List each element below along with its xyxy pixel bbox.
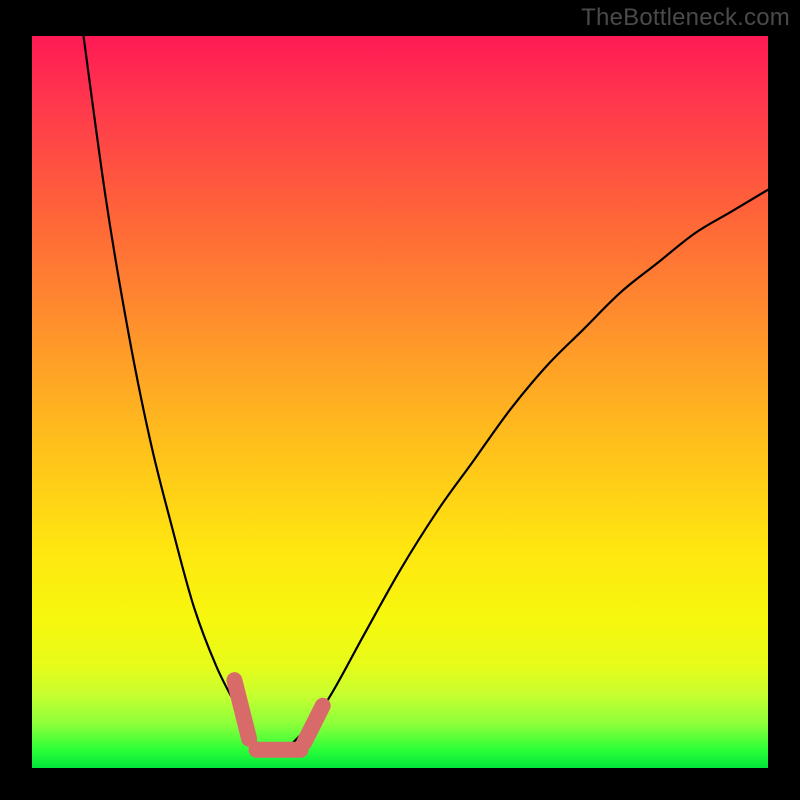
chart-frame: TheBottleneck.com bbox=[0, 0, 800, 800]
curve-layer bbox=[32, 36, 768, 768]
bottleneck-curve bbox=[84, 36, 769, 753]
highlight-segment bbox=[234, 680, 249, 739]
watermark-text: TheBottleneck.com bbox=[581, 4, 790, 32]
highlight-markers bbox=[234, 680, 322, 750]
plot-area bbox=[32, 36, 768, 768]
highlight-segment bbox=[304, 706, 322, 743]
